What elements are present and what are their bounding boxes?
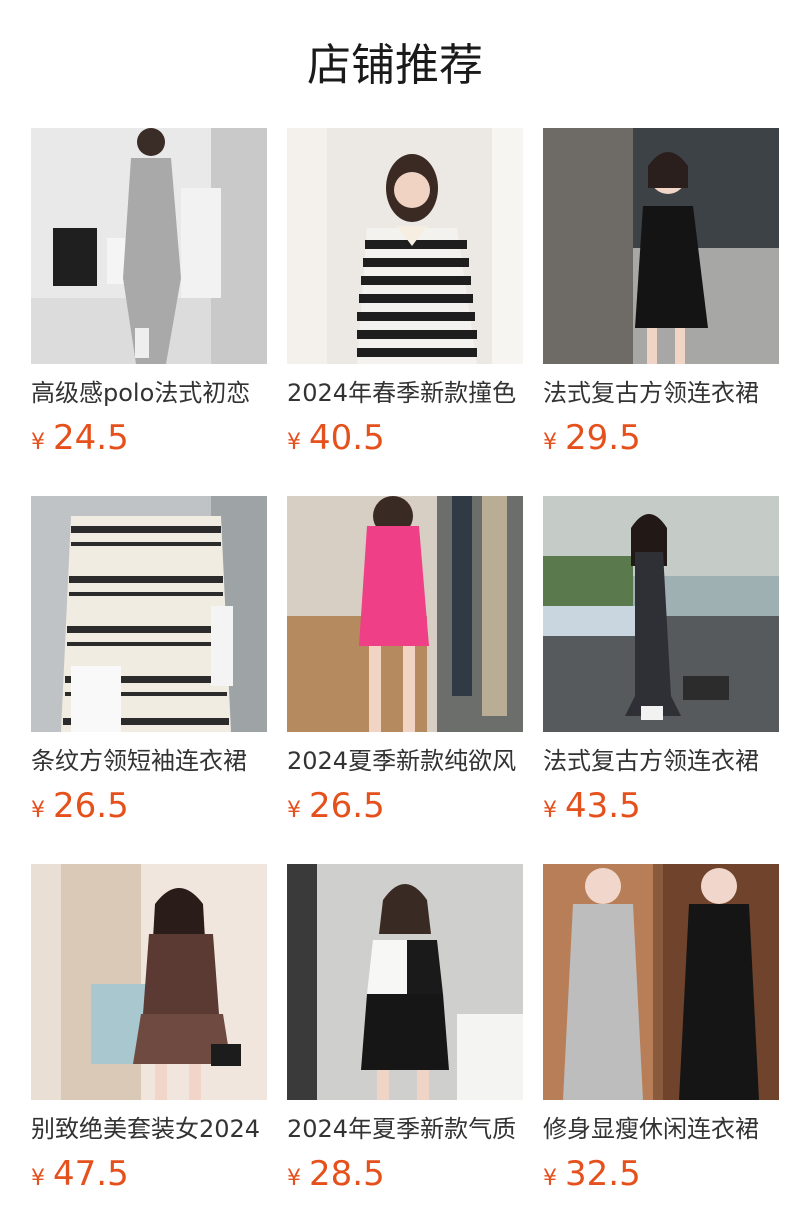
product-image[interactable] (31, 496, 267, 732)
product-image[interactable] (543, 864, 779, 1100)
currency-symbol: ¥ (543, 798, 557, 823)
product-card[interactable]: 法式复古方领连衣裙 ¥43.5 (543, 496, 779, 836)
product-name[interactable]: 法式复古方领连衣裙 (543, 376, 779, 410)
product-name[interactable]: 2024夏季新款纯欲风 (287, 744, 523, 778)
product-image[interactable] (543, 128, 779, 364)
product-image[interactable] (287, 496, 523, 732)
product-price: ¥32.5 (543, 1152, 641, 1196)
currency-symbol: ¥ (543, 430, 557, 455)
product-price: ¥26.5 (31, 784, 129, 828)
currency-symbol: ¥ (287, 798, 301, 823)
product-price: ¥28.5 (287, 1152, 385, 1196)
product-price: ¥29.5 (543, 416, 641, 460)
product-price: ¥24.5 (31, 416, 129, 460)
price-amount: 24.5 (53, 418, 129, 458)
product-card[interactable]: 条纹方领短袖连衣裙 ¥26.5 (31, 496, 267, 836)
price-amount: 26.5 (309, 786, 385, 826)
product-card[interactable]: 高级感polo法式初恋 ¥24.5 (31, 128, 267, 468)
product-price: ¥47.5 (31, 1152, 129, 1196)
product-name[interactable]: 别致绝美套装女2024 (31, 1112, 267, 1146)
currency-symbol: ¥ (31, 430, 45, 455)
price-amount: 32.5 (565, 1154, 641, 1194)
product-name[interactable]: 条纹方领短袖连衣裙 (31, 744, 267, 778)
price-amount: 29.5 (565, 418, 641, 458)
product-image[interactable] (287, 128, 523, 364)
currency-symbol: ¥ (543, 1166, 557, 1191)
price-amount: 40.5 (309, 418, 385, 458)
price-amount: 43.5 (565, 786, 641, 826)
currency-symbol: ¥ (287, 1166, 301, 1191)
product-price: ¥40.5 (287, 416, 385, 460)
product-name[interactable]: 高级感polo法式初恋 (31, 376, 267, 410)
product-image[interactable] (287, 864, 523, 1100)
product-card[interactable]: 修身显瘦休闲连衣裙 ¥32.5 (543, 864, 779, 1204)
product-name[interactable]: 法式复古方领连衣裙 (543, 744, 779, 778)
currency-symbol: ¥ (31, 1166, 45, 1191)
product-card[interactable]: 2024夏季新款纯欲风 ¥26.5 (287, 496, 523, 836)
price-amount: 47.5 (53, 1154, 129, 1194)
product-image[interactable] (31, 864, 267, 1100)
product-image[interactable] (543, 496, 779, 732)
currency-symbol: ¥ (31, 798, 45, 823)
product-name[interactable]: 2024年春季新款撞色 (287, 376, 523, 410)
product-price: ¥26.5 (287, 784, 385, 828)
product-card[interactable]: 法式复古方领连衣裙 ¥29.5 (543, 128, 779, 468)
product-image[interactable] (31, 128, 267, 364)
product-card[interactable]: 2024年春季新款撞色 ¥40.5 (287, 128, 523, 468)
product-card[interactable]: 别致绝美套装女2024 ¥47.5 (31, 864, 267, 1204)
product-price: ¥43.5 (543, 784, 641, 828)
price-amount: 26.5 (53, 786, 129, 826)
section-title: 店铺推荐 (307, 40, 483, 91)
currency-symbol: ¥ (287, 430, 301, 455)
product-card[interactable]: 2024年夏季新款气质 ¥28.5 (287, 864, 523, 1204)
product-name[interactable]: 修身显瘦休闲连衣裙 (543, 1112, 779, 1146)
product-name[interactable]: 2024年夏季新款气质 (287, 1112, 523, 1146)
price-amount: 28.5 (309, 1154, 385, 1194)
